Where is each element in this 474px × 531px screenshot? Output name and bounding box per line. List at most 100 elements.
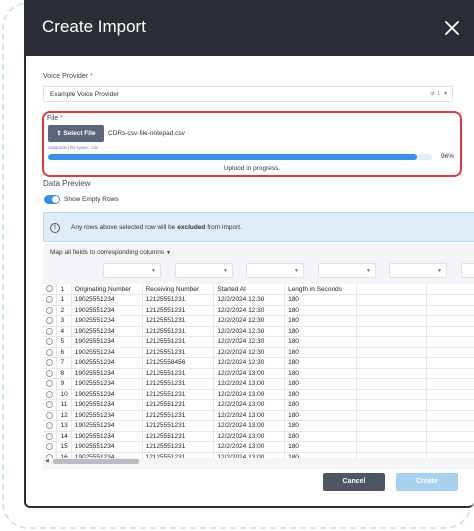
table-row[interactable]: 3 19025551234 12125551231 12/2/2024 12:30 18…	[43, 315, 474, 327]
info-text: Any rows above selected row will be excl…	[71, 224, 242, 231]
radio-cell[interactable]	[43, 315, 58, 327]
table-row[interactable]: 13 19025551234 12125551231 12/2/2024 13:00 1…	[43, 420, 474, 432]
empty-cell	[426, 368, 474, 379]
radio-cell[interactable]	[43, 326, 58, 337]
column-mapping-select-3[interactable]: ▼	[246, 263, 304, 278]
table-row[interactable]: 5 19025551234 12125551231 12/2/2024 12:30 18…	[43, 336, 474, 348]
select-file-button[interactable]: ⇪ Select File	[48, 125, 104, 142]
length-seconds-cell: 180	[284, 410, 357, 421]
receiving-number-cell: 12125551231	[142, 336, 215, 348]
started-at-cell: 12/2/2024 13:00	[213, 431, 286, 442]
table-row[interactable]: 1 19025551234 12125551231 12/2/2024 12:30 18…	[43, 294, 474, 306]
row-radio[interactable]	[46, 327, 53, 335]
row-number: 3	[56, 315, 72, 327]
row-radio[interactable]	[46, 380, 53, 388]
empty-cell	[356, 441, 427, 453]
radio-cell[interactable]	[43, 284, 58, 295]
info-text-bold: excluded	[177, 224, 206, 231]
row-radio[interactable]	[46, 296, 53, 304]
voice-provider-label-text: Voice Provider	[43, 73, 89, 80]
row-radio[interactable]	[46, 285, 53, 293]
empty-cell	[426, 389, 474, 400]
file-type-hint: Supported file types: .csv	[48, 145, 99, 150]
radio-cell[interactable]	[43, 347, 58, 358]
cancel-button[interactable]: Cancel	[323, 473, 385, 491]
radio-cell[interactable]	[43, 357, 58, 369]
upload-progress-percent: 96%	[441, 153, 455, 160]
originating-number-cell: 19025551234	[71, 326, 143, 337]
started-at-cell: 12/2/2024 13:00	[213, 378, 286, 390]
length-seconds-cell: 180	[284, 378, 357, 390]
table-row[interactable]: 12 19025551234 12125551231 12/2/2024 13:00 1…	[43, 410, 474, 421]
radio-cell[interactable]	[43, 441, 58, 453]
voice-provider-select[interactable]: Example Voice Provider id: 1 ▼	[43, 86, 453, 102]
create-button[interactable]: Create	[396, 473, 458, 491]
row-radio[interactable]	[46, 432, 53, 440]
row-radio[interactable]	[46, 401, 53, 409]
radio-cell[interactable]	[43, 368, 58, 379]
scrollbar-thumb[interactable]	[53, 459, 139, 464]
row-radio[interactable]	[46, 369, 53, 377]
radio-cell[interactable]	[43, 389, 58, 400]
originating-number-cell: 19025551234	[71, 410, 143, 421]
file-required-marker: *	[60, 115, 63, 122]
row-radio[interactable]	[46, 411, 53, 419]
show-empty-rows-label: Show Empty Rows	[64, 196, 119, 203]
length-seconds-cell: 180	[284, 420, 357, 432]
empty-cell	[426, 294, 474, 306]
voice-provider-value: Example Voice Provider	[50, 91, 120, 98]
upload-status: Uplood in progress.	[223, 165, 281, 172]
chevron-down-icon: ▼	[437, 268, 442, 274]
row-radio[interactable]	[46, 348, 53, 356]
scroll-left-icon[interactable]: ◀	[45, 458, 49, 464]
row-radio[interactable]	[46, 317, 53, 325]
originating-number-cell: 19025551234	[71, 305, 143, 316]
horizontal-scrollbar[interactable]: ◀ ▶	[43, 458, 474, 465]
table-row[interactable]: 10 19025551234 12125551231 12/2/2024 13:00 1…	[43, 389, 474, 400]
length-seconds-cell: 180	[284, 368, 357, 379]
radio-cell[interactable]	[43, 378, 58, 390]
radio-cell[interactable]	[43, 294, 58, 306]
table-row[interactable]: 6 19025551234 12125551231 12/2/2024 12:30 18…	[43, 347, 474, 358]
radio-cell[interactable]	[43, 420, 58, 432]
row-number: 13	[56, 420, 72, 432]
table-row[interactable]: 8 19025551234 12125551231 12/2/2024 13:00 18…	[43, 368, 474, 379]
row-radio[interactable]	[46, 359, 53, 367]
table-row[interactable]: 4 19025551234 12125551231 12/2/2024 12:30 18…	[43, 326, 474, 337]
row-radio[interactable]	[46, 306, 53, 314]
receiving-number-cell: 12125551231	[142, 294, 215, 306]
table-row[interactable]: 11 19025551234 12125551231 12/2/2024 13:00 1…	[43, 399, 474, 411]
required-marker: *	[90, 73, 93, 80]
row-radio[interactable]	[46, 422, 53, 430]
receiving-number-cell: 12125551231	[142, 420, 215, 432]
radio-cell[interactable]	[43, 336, 58, 348]
radio-cell[interactable]	[43, 431, 58, 442]
show-empty-rows-toggle[interactable]	[44, 195, 60, 204]
radio-cell[interactable]	[43, 305, 58, 316]
radio-cell[interactable]	[43, 399, 58, 411]
column-mapping-select-2[interactable]: ▼	[175, 263, 233, 278]
radio-cell[interactable]	[43, 410, 58, 421]
table-row[interactable]: 7 19025551234 12125558456 12/2/2024 12:30 18…	[43, 357, 474, 369]
map-fields-label: Map all fields to corresponding columns	[50, 249, 165, 256]
table-row[interactable]: 2 19025551234 12125551231 12/2/2024 12:30 18…	[43, 305, 474, 316]
started-at-cell: 12/2/2024 13:00	[213, 441, 286, 453]
column-mapping-select-4[interactable]: ▼	[318, 263, 376, 278]
close-button[interactable]	[440, 16, 464, 40]
select-file-label: Select File	[63, 130, 96, 137]
length-seconds-cell: 180	[284, 336, 357, 348]
modal-header: Create Import	[26, 0, 474, 56]
receiving-number-cell: 12125551231	[142, 326, 215, 337]
row-radio[interactable]	[46, 443, 53, 451]
column-mapping-select-1[interactable]: ▼	[103, 263, 161, 278]
row-radio[interactable]	[46, 390, 53, 398]
table-row[interactable]: 15 19025551234 12125551231 12/2/2024 13:00 1…	[43, 441, 474, 453]
table-row[interactable]: 9 19025551234 12125551231 12/2/2024 13:00 18…	[43, 378, 474, 390]
row-radio[interactable]	[46, 338, 53, 346]
table-header-row: 1 Originating Number Receiving Number St…	[43, 284, 474, 295]
column-mapping-select-6[interactable]: ▼	[461, 263, 474, 278]
receiving-number-cell: 12125551231	[142, 315, 215, 327]
map-fields-dropdown[interactable]: Map all fields to corresponding columns …	[50, 249, 171, 256]
table-row[interactable]: 14 19025551234 12125551231 12/2/2024 13:00 1…	[43, 431, 474, 442]
column-mapping-select-5[interactable]: ▼	[389, 263, 447, 278]
